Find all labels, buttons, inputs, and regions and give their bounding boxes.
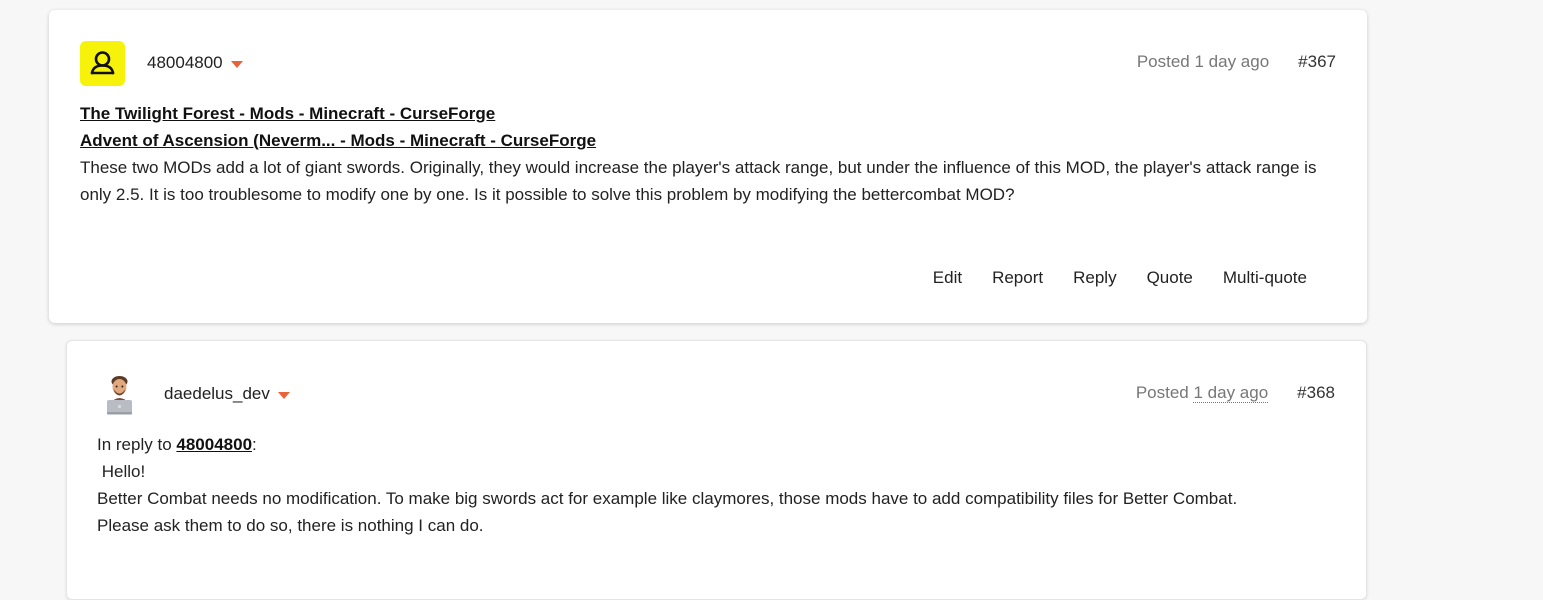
greeting: Hello! <box>97 462 146 481</box>
multi-quote-button[interactable]: Multi-quote <box>1223 268 1307 288</box>
reply-reference: In reply to 48004800: <box>97 431 1337 458</box>
reply-suffix: : <box>252 435 257 454</box>
username[interactable]: daedelus_dev <box>164 384 270 404</box>
post-actions: Edit Report Reply Quote Multi-quote <box>903 268 1307 288</box>
user-outline-icon <box>90 51 115 75</box>
post-text: These two MODs add a lot of giant swords… <box>80 158 1317 204</box>
user-avatar[interactable] <box>80 41 125 86</box>
memoji-laptop-icon <box>107 376 132 415</box>
forum-post-367: 48004800 Posted 1 day ago #367 The Twili… <box>49 10 1367 323</box>
twilight-forest-link[interactable]: The Twilight Forest - Mods - Minecraft -… <box>80 104 495 123</box>
chevron-down-icon[interactable] <box>277 391 290 399</box>
posted-time: Posted 1 day ago <box>1135 383 1269 403</box>
username-dropdown[interactable]: daedelus_dev <box>164 384 290 404</box>
username[interactable]: 48004800 <box>147 53 223 73</box>
reply-user-link[interactable]: 48004800 <box>176 435 252 454</box>
posted-time-value: 1 day ago <box>1194 52 1270 71</box>
report-button[interactable]: Report <box>992 268 1043 288</box>
forum-post-368: daedelus_dev Posted 1 day ago #368 In re… <box>66 340 1367 600</box>
posted-label: Posted <box>1136 52 1190 71</box>
posted-time: Posted 1 day ago <box>1137 52 1269 72</box>
username-dropdown[interactable]: 48004800 <box>147 53 243 73</box>
edit-button[interactable]: Edit <box>933 268 962 288</box>
post-number[interactable]: #367 <box>1298 52 1336 72</box>
post-text-line2: Please ask them to do so, there is nothi… <box>97 516 484 535</box>
quote-button[interactable]: Quote <box>1147 268 1193 288</box>
posted-time-value: 1 day ago <box>1193 383 1269 403</box>
user-avatar[interactable] <box>97 371 142 416</box>
post-number[interactable]: #368 <box>1297 383 1335 403</box>
chevron-down-icon[interactable] <box>230 60 243 68</box>
advent-of-ascension-link[interactable]: Advent of Ascension (Neverm... - Mods - … <box>80 131 596 150</box>
post-text-line1: Better Combat needs no modification. To … <box>97 489 1238 508</box>
post-meta: Posted 1 day ago #367 <box>1137 52 1336 72</box>
post-body: The Twilight Forest - Mods - Minecraft -… <box>80 100 1340 208</box>
reply-prefix: In reply to <box>97 435 172 454</box>
post-body: In reply to 48004800: Hello! Better Comb… <box>97 431 1337 539</box>
post-meta: Posted 1 day ago #368 <box>1136 383 1335 403</box>
posted-label: Posted <box>1135 383 1189 402</box>
reply-button[interactable]: Reply <box>1073 268 1116 288</box>
